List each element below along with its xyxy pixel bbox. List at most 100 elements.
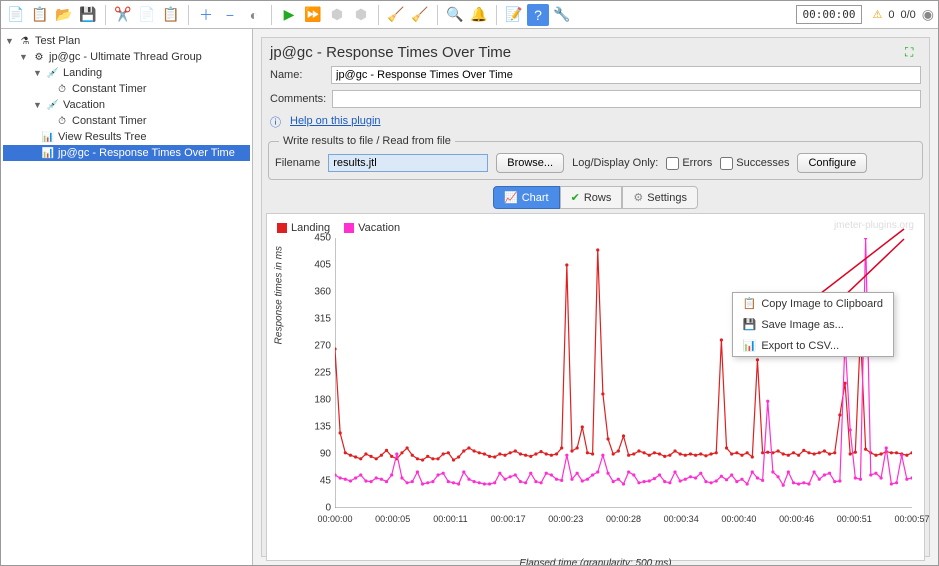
clear-icon[interactable]: 🧹 [385, 4, 407, 26]
clear-all-icon[interactable]: 🧹 [409, 4, 431, 26]
copy-icon[interactable]: 📄 [136, 4, 158, 26]
x-tick: 00:00:34 [664, 514, 699, 524]
y-tick: 180 [303, 395, 331, 406]
toggle-icon[interactable]: ◐ [243, 4, 265, 26]
toggle-icon[interactable]: ▼ [5, 36, 15, 46]
x-tick: 00:00:28 [606, 514, 641, 524]
x-tick: 00:00:57 [894, 514, 929, 524]
tree-landing[interactable]: ▼ 💉 Landing [3, 65, 250, 81]
tree-label: Vacation [63, 99, 105, 111]
tree-timer1[interactable]: ⏱ Constant Timer [3, 81, 250, 97]
tree-vacation[interactable]: ▼ 💉 Vacation [3, 97, 250, 113]
timer-icon: ⏱ [55, 114, 69, 128]
legend: LandingVacation [273, 220, 918, 236]
x-tick: 00:00:05 [375, 514, 410, 524]
errors-checkbox[interactable]: Errors [666, 157, 712, 170]
expand-icon[interactable]: ＋ [195, 4, 217, 26]
warning-icon: ⚠ [872, 8, 882, 21]
help-link[interactable]: Help on this plugin [290, 115, 381, 127]
listener-icon: 📊 [41, 130, 55, 144]
sampler-icon: 💉 [46, 98, 60, 112]
main-area: ▼ ⚗ Test Plan ▼ ⚙ jp@gc - Ultimate Threa… [1, 29, 938, 565]
open-icon[interactable]: 📂 [53, 4, 75, 26]
templates-icon[interactable]: 📋 [29, 4, 51, 26]
separator [496, 5, 497, 25]
page-title: jp@gc - Response Times Over Time [270, 44, 511, 61]
y-tick: 45 [303, 476, 331, 487]
tree-panel[interactable]: ▼ ⚗ Test Plan ▼ ⚙ jp@gc - Ultimate Threa… [1, 29, 253, 565]
filename-label: Filename [275, 157, 320, 169]
logdisplay-label: Log/Display Only: [572, 157, 658, 169]
y-tick: 135 [303, 422, 331, 433]
y-tick: 225 [303, 368, 331, 379]
x-tick: 00:00:23 [548, 514, 583, 524]
start-icon[interactable]: ▶ [278, 4, 300, 26]
tree-timer2[interactable]: ⏱ Constant Timer [3, 113, 250, 129]
x-tick: 00:00:17 [491, 514, 526, 524]
reset-search-icon[interactable]: 🔔 [468, 4, 490, 26]
tool-icon[interactable]: 🔧 [551, 4, 573, 26]
tree-threadgroup[interactable]: ▼ ⚙ jp@gc - Ultimate Thread Group [3, 49, 250, 65]
paste-icon[interactable]: 📋 [160, 4, 182, 26]
tree-label: Landing [63, 67, 102, 79]
name-input[interactable] [331, 66, 921, 84]
separator [105, 5, 106, 25]
function-helper-icon[interactable]: 📝 [503, 4, 525, 26]
tab-rows[interactable]: ✔Rows [560, 186, 623, 209]
tree-label: jp@gc - Ultimate Thread Group [49, 51, 202, 63]
context-menu[interactable]: 📋Copy Image to Clipboard 💾Save Image as.… [732, 292, 894, 357]
toggle-icon[interactable]: ▼ [33, 100, 43, 110]
tab-settings[interactable]: ⚙Settings [622, 186, 698, 209]
tab-chart[interactable]: 📈Chart [493, 186, 560, 209]
separator [271, 5, 272, 25]
x-tick: 00:00:00 [317, 514, 352, 524]
cut-icon[interactable]: ✂️ [112, 4, 134, 26]
ctx-export[interactable]: 📊Export to CSV... [733, 335, 893, 356]
x-tick: 00:00:11 [433, 514, 467, 524]
y-tick: 450 [303, 233, 331, 244]
toggle-icon[interactable]: ▼ [19, 52, 29, 62]
status-area: ⚠ 0 0/0 ◉ [872, 6, 934, 23]
tabs: 📈Chart ✔Rows ⚙Settings [266, 186, 925, 209]
status-indicator-icon: ◉ [922, 6, 934, 23]
filename-input[interactable] [328, 154, 488, 172]
new-icon[interactable]: 📄 [5, 4, 27, 26]
y-tick: 270 [303, 341, 331, 352]
tree-results[interactable]: 📊 View Results Tree [3, 129, 250, 145]
collapse-icon[interactable]: − [219, 4, 241, 26]
gear-icon: ⚙ [633, 191, 643, 204]
content-inner: jp@gc - Response Times Over Time ⛶ Name:… [261, 37, 930, 557]
x-axis-label: Elapsed time (granularity: 500 ms) [273, 558, 918, 565]
chart-area[interactable]: jmeter-plugins.org LandingVacation Respo… [266, 213, 925, 561]
tree-root[interactable]: ▼ ⚗ Test Plan [3, 33, 250, 49]
y-tick: 0 [303, 503, 331, 514]
chart-body: Response times in ms 0459013518022527031… [303, 238, 918, 538]
successes-checkbox[interactable]: Successes [720, 157, 789, 170]
comments-input[interactable] [332, 90, 921, 108]
search-icon[interactable]: 🔍 [444, 4, 466, 26]
y-axis-label: Response times in ms [274, 246, 285, 344]
listener-icon: 📊 [41, 146, 55, 160]
expand-panel-icon[interactable]: ⛶ [905, 45, 921, 61]
toggle-icon[interactable]: ▼ [33, 68, 43, 78]
y-tick: 90 [303, 449, 331, 460]
tree-label: Constant Timer [72, 115, 147, 127]
x-tick: 00:00:51 [837, 514, 872, 524]
clipboard-icon: 📋 [743, 297, 757, 310]
plot-area[interactable]: 0459013518022527031536040545000:00:0000:… [335, 238, 912, 508]
tree-response-times[interactable]: 📊 jp@gc - Response Times Over Time [3, 145, 250, 161]
start-no-timers-icon[interactable]: ⏩ [302, 4, 324, 26]
configure-button[interactable]: Configure [797, 153, 867, 173]
name-row: Name: [266, 63, 925, 87]
tree-label: View Results Tree [58, 131, 146, 143]
save-icon[interactable]: 💾 [77, 4, 99, 26]
toolbar: 📄 📋 📂 💾 ✂️ 📄 📋 ＋ − ◐ ▶ ⏩ ⬢ ⬢ 🧹 🧹 🔍 🔔 📝 ?… [1, 1, 938, 29]
ctx-copy[interactable]: 📋Copy Image to Clipboard [733, 293, 893, 314]
help-icon[interactable]: ? [527, 4, 549, 26]
separator [437, 5, 438, 25]
browse-button[interactable]: Browse... [496, 153, 564, 173]
ctx-save[interactable]: 💾Save Image as... [733, 314, 893, 335]
legend-item[interactable]: Vacation [344, 222, 400, 234]
export-icon: 📊 [743, 339, 757, 352]
tree-label: jp@gc - Response Times Over Time [58, 147, 235, 159]
